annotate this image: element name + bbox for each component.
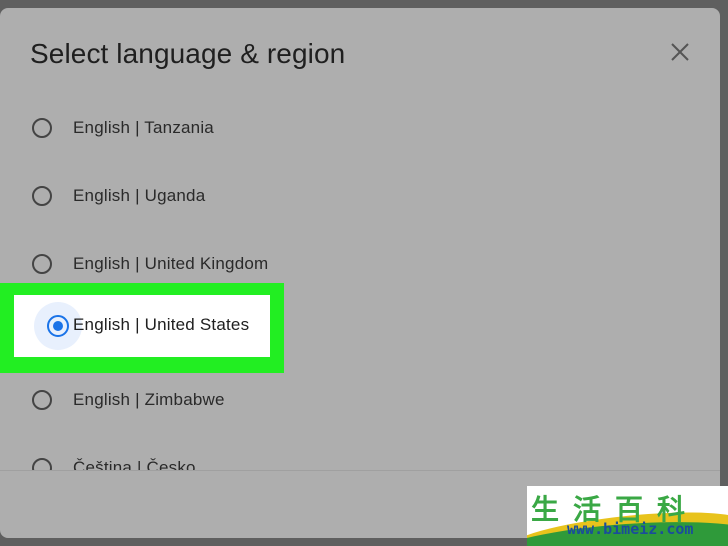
radio-button[interactable] [32, 390, 52, 410]
dialog-title: Select language & region [30, 38, 346, 69]
watermark-url: www.bimeiz.com [567, 520, 694, 538]
option-label: English | Tanzania [73, 118, 214, 137]
radio-button[interactable] [32, 458, 52, 470]
dialog-footer-divider [0, 470, 720, 471]
option-english-united-states[interactable]: English | United States [14, 295, 270, 357]
radio-button[interactable] [32, 186, 52, 206]
radio-dot-icon [53, 321, 63, 331]
option-label: English | United Kingdom [73, 254, 269, 273]
close-button[interactable] [664, 36, 696, 68]
close-icon [671, 43, 689, 61]
option-label: English | Zimbabwe [73, 390, 225, 409]
radio-button[interactable] [32, 254, 52, 274]
radio-button-selected[interactable] [47, 315, 69, 337]
radio-button[interactable] [32, 118, 52, 138]
language-region-dialog: Select language & region English | Tanza… [0, 8, 720, 538]
option-label: English | United States [73, 315, 250, 334]
option-label: Čeština | Česko [73, 458, 196, 470]
language-list[interactable]: English | Tanzania English | Uganda Engl… [0, 92, 720, 470]
selection-highlight: English | United States [0, 283, 284, 373]
option-label: English | Uganda [73, 186, 206, 205]
watermark-logo: 生活百科 www.bimeiz.com [527, 486, 728, 546]
